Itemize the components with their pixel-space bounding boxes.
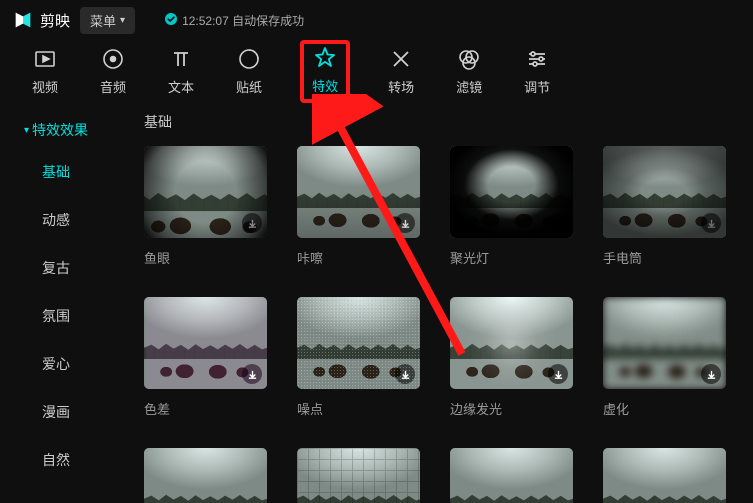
effect-label: 聚光灯 (450, 248, 573, 267)
effect-thumb[interactable] (603, 146, 726, 238)
autosave-status: 12:52:07 自动保存成功 (165, 12, 304, 29)
effect-thumb[interactable] (144, 146, 267, 238)
menu-button[interactable]: 菜单 ▾ (80, 7, 135, 34)
download-icon[interactable] (395, 213, 415, 233)
sticker-icon (237, 47, 261, 71)
content: 基础 鱼眼 咔嚓 聚光灯 手电筒 色差 (130, 102, 753, 503)
download-icon[interactable] (548, 364, 568, 384)
effect-card-extra (603, 448, 726, 503)
autosave-status-text: 12:52:07 自动保存成功 (182, 12, 304, 29)
menu-button-label: 菜单 (90, 11, 116, 30)
tab-adjust-label: 调节 (524, 77, 550, 96)
tab-audio[interactable]: 音频 (96, 43, 130, 100)
effect-thumb[interactable] (603, 297, 726, 389)
effect-label: 咔嚓 (297, 248, 420, 267)
tab-text-label: 文本 (168, 77, 194, 96)
tab-audio-label: 音频 (100, 77, 126, 96)
effect-card-noise: 噪点 (297, 297, 420, 418)
tab-transition[interactable]: 转场 (384, 43, 418, 100)
effect-label: 手电筒 (603, 248, 726, 267)
effect-label: 边缘发光 (450, 399, 573, 418)
video-icon (33, 47, 57, 71)
sidebar-item-retro[interactable]: 复古 (0, 244, 130, 292)
download-icon[interactable] (548, 213, 568, 233)
effect-card-spotlight: 聚光灯 (450, 146, 573, 267)
transition-icon (389, 47, 413, 71)
chevron-down-icon: ▾ (120, 15, 125, 26)
sidebar-item-love[interactable]: 爱心 (0, 340, 130, 388)
tab-effect[interactable]: 特效 (312, 46, 338, 95)
tab-sticker[interactable]: 贴纸 (232, 43, 266, 100)
effect-card-extra (450, 448, 573, 503)
titlebar: 剪映 菜单 ▾ 12:52:07 自动保存成功 (0, 0, 753, 40)
effect-label: 噪点 (297, 399, 420, 418)
effect-thumb[interactable] (297, 448, 420, 503)
sidebar-header-toggle[interactable]: 特效效果 (0, 112, 130, 148)
effect-thumb[interactable] (297, 297, 420, 389)
section-title: 基础 (140, 112, 743, 132)
audio-icon (101, 47, 125, 71)
tab-transition-label: 转场 (388, 77, 414, 96)
download-icon[interactable] (701, 364, 721, 384)
download-icon[interactable] (242, 364, 262, 384)
tab-sticker-label: 贴纸 (236, 77, 262, 96)
effect-card-extra (144, 448, 267, 503)
effect-card-fisheye: 鱼眼 (144, 146, 267, 267)
sidebar: 特效效果 基础 动感 复古 氛围 爱心 漫画 自然 (0, 102, 130, 503)
adjust-icon (525, 47, 549, 71)
download-icon[interactable] (701, 213, 721, 233)
effect-card-chroma: 色差 (144, 297, 267, 418)
app-title: 剪映 (40, 10, 70, 31)
effect-thumb[interactable] (144, 448, 267, 503)
tab-video-label: 视频 (32, 77, 58, 96)
tab-video[interactable]: 视频 (28, 43, 62, 100)
effect-thumb[interactable] (450, 146, 573, 238)
text-icon (169, 47, 193, 71)
tab-effect-label: 特效 (312, 76, 338, 95)
effect-thumb[interactable] (450, 448, 573, 503)
effect-card-edgeglow: 边缘发光 (450, 297, 573, 418)
effect-thumb[interactable] (144, 297, 267, 389)
effect-card-click: 咔嚓 (297, 146, 420, 267)
effect-icon (313, 46, 337, 70)
sidebar-header-label: 特效效果 (32, 120, 88, 140)
filter-icon (457, 47, 481, 71)
tab-adjust[interactable]: 调节 (520, 43, 554, 100)
tab-text[interactable]: 文本 (164, 43, 198, 100)
effect-thumb[interactable] (603, 448, 726, 503)
effect-label: 虚化 (603, 399, 726, 418)
effect-card-blur: 虚化 (603, 297, 726, 418)
effect-label: 鱼眼 (144, 248, 267, 267)
download-icon[interactable] (395, 364, 415, 384)
highlight-callout: 特效 (300, 40, 350, 103)
sidebar-item-dynamic[interactable]: 动感 (0, 196, 130, 244)
effect-label: 色差 (144, 399, 267, 418)
top-tabs: 视频 音频 文本 贴纸 特效 转场 (0, 40, 753, 102)
check-icon (165, 13, 177, 28)
main: 特效效果 基础 动感 复古 氛围 爱心 漫画 自然 基础 鱼眼 咔嚓 聚光灯 (0, 102, 753, 503)
download-icon[interactable] (242, 213, 262, 233)
effect-card-flashlight: 手电筒 (603, 146, 726, 267)
sidebar-item-basic[interactable]: 基础 (0, 148, 130, 196)
effect-card-pixelate (297, 448, 420, 503)
jianying-logo-icon (12, 9, 34, 31)
tab-filter[interactable]: 滤镜 (452, 43, 486, 100)
effect-thumb[interactable] (297, 146, 420, 238)
effect-thumb[interactable] (450, 297, 573, 389)
effects-grid: 鱼眼 咔嚓 聚光灯 手电筒 色差 噪点 (140, 146, 743, 503)
app-logo: 剪映 (12, 9, 70, 31)
sidebar-item-comic[interactable]: 漫画 (0, 388, 130, 436)
sidebar-item-nature[interactable]: 自然 (0, 436, 130, 484)
sidebar-item-atmos[interactable]: 氛围 (0, 292, 130, 340)
tab-filter-label: 滤镜 (456, 77, 482, 96)
